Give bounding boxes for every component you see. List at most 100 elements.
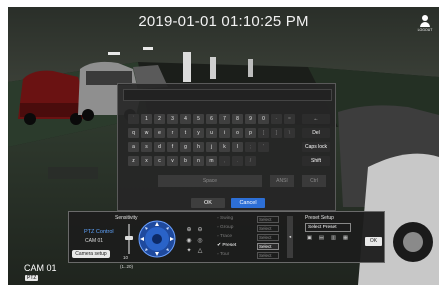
focus-far-icon[interactable]: ◎: [196, 237, 204, 245]
keyboard-key[interactable]: =: [284, 114, 295, 124]
shift-key[interactable]: Shift: [302, 156, 330, 166]
keyboard-input-field[interactable]: [123, 89, 332, 101]
ptz-option-label: Preset: [222, 243, 237, 248]
backspace-key[interactable]: ←: [302, 114, 330, 124]
keyboard-cancel-button[interactable]: Cancel: [231, 198, 265, 208]
keyboard-key[interactable]: f: [167, 142, 178, 152]
keyboard-key[interactable]: ]: [271, 128, 282, 138]
ptz-control-panel: PTZ Control CAM 01 Camera setup Sensitiv…: [68, 211, 385, 269]
ptz-title: PTZ Control: [84, 229, 114, 235]
keyboard-key[interactable]: q: [128, 128, 139, 138]
keyboard-key[interactable]: t: [180, 128, 191, 138]
keyboard-key[interactable]: 6: [206, 114, 217, 124]
camera-setup-button[interactable]: Camera setup: [72, 250, 110, 258]
ptz-option-3[interactable]: ✔ Preset: [217, 243, 236, 250]
keyboard-key[interactable]: p: [245, 128, 256, 138]
sensitivity-label: Sensitivity: [115, 215, 138, 221]
keyboard-key[interactable]: -: [271, 114, 282, 124]
sensitivity-range: (1..20): [120, 264, 134, 269]
keyboard-key[interactable]: j: [206, 142, 217, 152]
focus-near-icon[interactable]: ◉: [185, 237, 193, 245]
keyboard-key[interactable]: 4: [180, 114, 191, 124]
keyboard-key[interactable]: 0: [258, 114, 269, 124]
panel-toggle-arrow[interactable]: ◂: [287, 216, 293, 258]
zoom-in-icon[interactable]: ⊕: [185, 226, 193, 234]
camera-name-label: CAM 01: [24, 263, 57, 273]
keyboard-key[interactable]: 1: [141, 114, 152, 124]
keyboard-key[interactable]: `: [128, 114, 139, 124]
iris-icon[interactable]: ✦: [185, 247, 193, 255]
keyboard-key[interactable]: z: [128, 156, 139, 166]
keyboard-key[interactable]: 3: [167, 114, 178, 124]
ptz-option-select[interactable]: Select: [257, 216, 279, 223]
ansi-key[interactable]: ANSI: [270, 175, 294, 187]
keyboard-key[interactable]: e: [154, 128, 165, 138]
keyboard-key[interactable]: ;: [245, 142, 256, 152]
logout-label: LOGOUT: [417, 28, 433, 32]
preset-save-icon[interactable]: ▣: [306, 235, 313, 241]
caps-lock-key[interactable]: Caps lock: [302, 142, 330, 152]
space-key[interactable]: Space: [158, 175, 262, 187]
keyboard-key[interactable]: 7: [219, 114, 230, 124]
ptz-option-1[interactable]: ▫ Group: [217, 225, 233, 232]
keyboard-key[interactable]: ': [258, 142, 269, 152]
ptz-option-select[interactable]: Select: [257, 252, 279, 259]
keyboard-key[interactable]: [: [258, 128, 269, 138]
ptz-ok-button[interactable]: OK: [365, 237, 382, 246]
virtual-keyboard: ` 1 2 3 4 5 6 7 8 9 0- = q w e r t y u i o p[] \ a s d f g h j k l; ' z x c…: [117, 83, 336, 211]
keyboard-key[interactable]: v: [167, 156, 178, 166]
zoom-out-icon[interactable]: ⊖: [196, 226, 204, 234]
preset-select[interactable]: Select Preset: [305, 223, 351, 232]
ptz-option-label: Group: [220, 225, 234, 230]
keyboard-key[interactable]: /: [245, 156, 256, 166]
ptz-direction-dial[interactable]: [138, 220, 176, 258]
keyboard-key[interactable]: x: [141, 156, 152, 166]
logout-button[interactable]: LOGOUT: [416, 15, 434, 33]
date-time-display: 2019-01-01 01:10:25 PM: [138, 13, 309, 30]
ptz-option-4[interactable]: ▫ Tour: [217, 252, 229, 259]
keyboard-key[interactable]: 2: [154, 114, 165, 124]
ptz-option-label: Trace: [219, 234, 233, 239]
keyboard-key[interactable]: 8: [232, 114, 243, 124]
keyboard-key[interactable]: o: [232, 128, 243, 138]
ptz-option-select[interactable]: Select: [257, 225, 279, 232]
ptz-camera-name: CAM 01: [85, 238, 104, 244]
preset-edit-icon[interactable]: ▤: [318, 235, 325, 241]
keyboard-key[interactable]: m: [206, 156, 217, 166]
ptz-option-2[interactable]: ▫ Trace: [217, 234, 232, 241]
ptz-option-0[interactable]: ▫ Swing: [217, 216, 233, 223]
keyboard-key[interactable]: s: [141, 142, 152, 152]
keyboard-key[interactable]: r: [167, 128, 178, 138]
keyboard-key[interactable]: l: [232, 142, 243, 152]
keyboard-key[interactable]: 5: [193, 114, 204, 124]
keyboard-ok-button[interactable]: OK: [191, 198, 225, 208]
ptz-option-select[interactable]: Select: [257, 234, 279, 241]
ptz-option-label: Swing: [220, 216, 234, 221]
keyboard-key[interactable]: b: [180, 156, 191, 166]
auto-icon[interactable]: △: [196, 247, 204, 255]
keyboard-key[interactable]: ,: [219, 156, 230, 166]
sensitivity-slider-handle[interactable]: [125, 236, 133, 240]
keyboard-key[interactable]: u: [206, 128, 217, 138]
keyboard-key[interactable]: \: [284, 128, 295, 138]
user-logout-icon: [420, 15, 430, 27]
ptz-option-label: Tour: [219, 252, 230, 257]
keyboard-key[interactable]: d: [154, 142, 165, 152]
keyboard-key[interactable]: g: [180, 142, 191, 152]
keyboard-key[interactable]: h: [193, 142, 204, 152]
preset-list-icon[interactable]: ▦: [342, 235, 349, 241]
keyboard-key[interactable]: a: [128, 142, 139, 152]
preset-delete-icon[interactable]: ▥: [330, 235, 337, 241]
keyboard-key[interactable]: i: [219, 128, 230, 138]
ptz-option-select[interactable]: Select: [257, 243, 279, 250]
keyboard-key[interactable]: w: [141, 128, 152, 138]
del-key[interactable]: Del: [302, 128, 330, 138]
keyboard-key[interactable]: .: [232, 156, 243, 166]
preset-setup-label: Preset Setup: [305, 215, 334, 221]
keyboard-key[interactable]: 9: [245, 114, 256, 124]
keyboard-key[interactable]: c: [154, 156, 165, 166]
keyboard-key[interactable]: y: [193, 128, 204, 138]
keyboard-key[interactable]: k: [219, 142, 230, 152]
keyboard-key[interactable]: n: [193, 156, 204, 166]
ctrl-key[interactable]: Ctrl: [302, 175, 326, 187]
